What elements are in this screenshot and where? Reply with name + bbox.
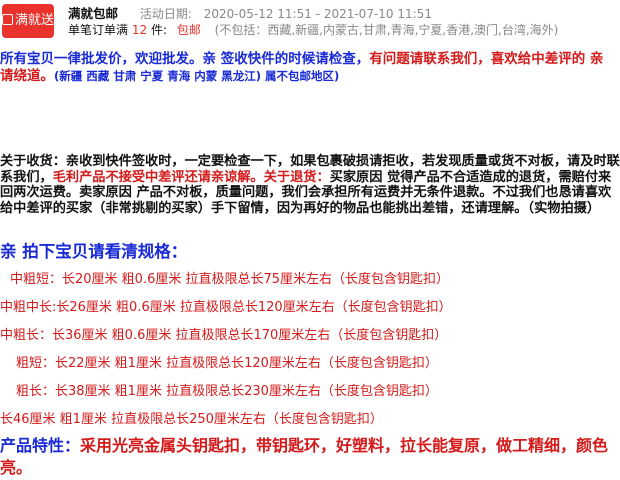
promo-title: 满就包邮 <box>68 6 119 21</box>
spec-item: 粗长：长38厘米 粗1厘米 拉直极限总长230厘米左右（长度包含钥匙扣） <box>16 384 438 399</box>
spec-item: 中粗中长:长26厘米 粗0.6厘米 拉直极限总长120厘米左右（长度包含钥匙扣） <box>0 300 452 315</box>
promo-line-1: 满就包邮 活动日期: 2020-05-12 11:51 - 2021-07-10… <box>68 3 432 22</box>
promo-badge: 满就送 <box>2 4 54 38</box>
promo-line-2: 单笔订单满 12 件: 包邮 (不包括：西藏,新疆,内蒙古,甘肃,青海,宁夏,香… <box>68 21 558 38</box>
spec-item: 长46厘米 粗1厘米 拉直极限总长250厘米左右（长度包含钥匙扣） <box>0 412 383 427</box>
promo-period-dates: 2020-05-12 11:51 - 2021-07-10 11:51 <box>203 7 432 21</box>
product-features: 产品特性：采用光亮金属头钥匙扣，带钥匙环，好塑料，拉长能复原，做工精细，颜色亮。 <box>0 435 620 479</box>
promo-rule-prefix: 单笔订单满 <box>68 23 129 37</box>
promo-reward: 包邮 <box>176 23 201 37</box>
wholesale-notice: 所有宝贝一律批发价，欢迎批发。亲 签收快件的时候请检查，有问题请联系我们，喜欢给… <box>0 51 620 85</box>
shopping-bag-icon <box>2 14 13 25</box>
promo-period-label: 活动日期: <box>139 7 192 21</box>
spec-item: 中粗短：长20厘米 粗0.6厘米 拉直极限总长75厘米左右（长度包含钥匙扣） <box>10 272 450 287</box>
spec-item: 中粗长：长36厘米 粗0.6厘米 拉直极限总长170厘米左右（长度包含钥匙扣） <box>0 328 448 343</box>
features-label: 产品特性： <box>0 436 81 455</box>
promo-rule-count: 12 <box>131 23 148 37</box>
receipt-text-red: 毛利产品不接受中差评还请亲谅解。关于退货： <box>52 169 330 185</box>
spec-heading: 亲 拍下宝贝请看清规格： <box>0 242 188 261</box>
promo-exclusion: (不包括：西藏,新疆,内蒙古,甘肃,青海,宁夏,香港,澳门,台湾,海外) <box>214 23 559 37</box>
promo-rule-unit: 件: <box>150 23 167 37</box>
features-text: 采用光亮金属头钥匙扣，带钥匙环，好塑料，拉长能复原，做工精细，颜色亮。 <box>0 436 609 477</box>
receipt-policy: 关于收货：亲收到快件签收时，一定要检查一下，如果包裹破损请拒收，若发现质量或货不… <box>0 154 620 216</box>
notice-region-text: (新疆 西藏 甘肃 宁夏 青海 内蒙 黑龙江) 属不包邮地区) <box>54 69 340 83</box>
spec-item: 粗短：长22厘米 粗1厘米 拉直极限总长120厘米左右（长度包含钥匙扣） <box>16 356 438 371</box>
product-detail-page: 满就送 满就包邮 活动日期: 2020-05-12 11:51 - 2021-0… <box>0 0 620 480</box>
promo-banner: 满就送 满就包邮 活动日期: 2020-05-12 11:51 - 2021-0… <box>0 0 620 44</box>
notice-blue-text: 所有宝贝一律批发价，欢迎批发。亲 签收快件的时候请检查， <box>0 51 370 67</box>
badge-label: 满就送 <box>15 13 55 28</box>
